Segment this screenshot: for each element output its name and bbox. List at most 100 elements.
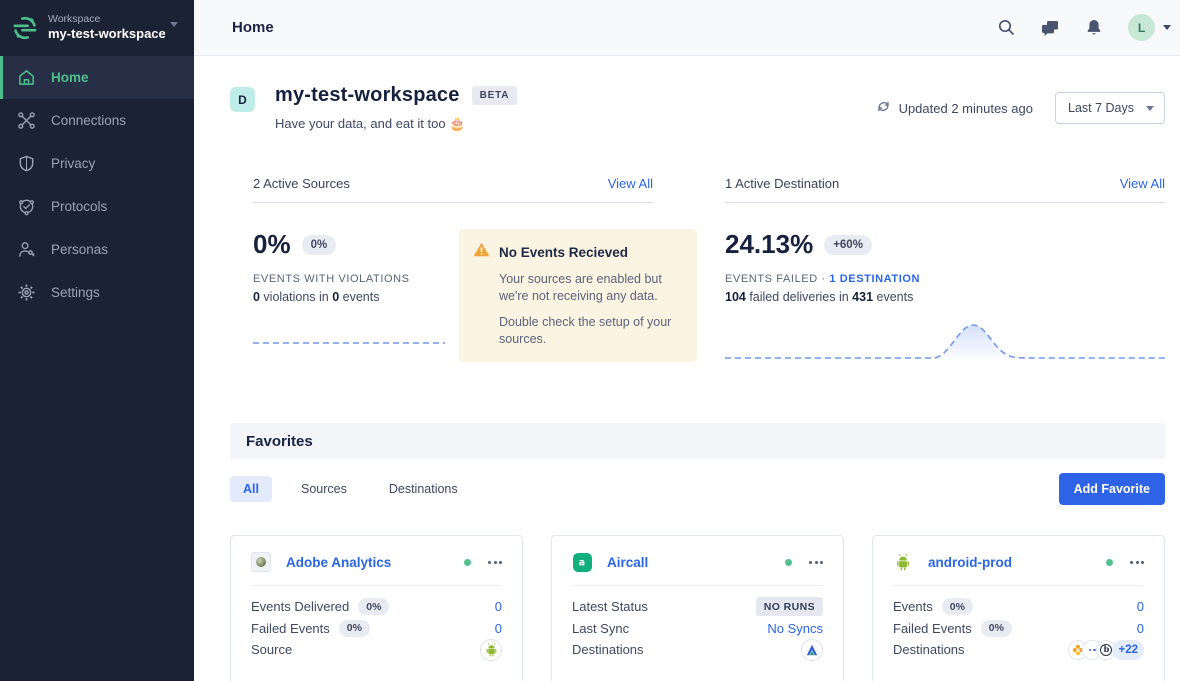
date-range-select[interactable]: Last 7 Days bbox=[1055, 92, 1165, 124]
sidebar-item-label: Settings bbox=[51, 285, 100, 300]
percent-badge: 0% bbox=[339, 620, 370, 637]
destinations-view-all-link[interactable]: View All bbox=[1120, 176, 1165, 191]
connections-icon bbox=[17, 111, 36, 130]
android-source-icon[interactable] bbox=[480, 639, 502, 661]
chevron-down-icon bbox=[1146, 106, 1154, 111]
chevron-down-icon bbox=[1163, 25, 1171, 30]
refresh-icon[interactable] bbox=[876, 99, 891, 117]
card-row: Events 0% 0 bbox=[893, 596, 1144, 618]
card-row: Source bbox=[251, 639, 502, 661]
ellipsis-menu-icon[interactable] bbox=[809, 557, 823, 568]
percent-badge: 0% bbox=[981, 620, 1012, 637]
ellipsis-menu-icon[interactable] bbox=[488, 557, 502, 568]
workspace-subtitle: Have your data, and eat it too 🎂 bbox=[275, 116, 517, 132]
sources-heading: 2 Active Sources bbox=[253, 176, 350, 191]
destination-chip-stack: b +22 bbox=[1068, 640, 1144, 660]
warning-line1: Your sources are enabled but we're not r… bbox=[499, 271, 681, 305]
status-dot-icon bbox=[464, 559, 471, 566]
sidebar-item-settings[interactable]: Settings bbox=[0, 271, 194, 314]
chat-icon[interactable] bbox=[1040, 18, 1060, 38]
warning-icon bbox=[473, 242, 490, 262]
search-icon[interactable] bbox=[996, 18, 1016, 38]
workspace-name: my-test-workspace bbox=[48, 26, 166, 42]
android-logo-icon bbox=[893, 552, 913, 572]
workspace-initial-badge: D bbox=[230, 87, 255, 112]
sidebar-item-label: Protocols bbox=[51, 199, 107, 214]
personas-icon bbox=[17, 240, 36, 259]
card-row: Destinations bbox=[893, 639, 1144, 661]
warning-line2: Double check the setup of your sources. bbox=[499, 314, 681, 348]
segment-logo-icon bbox=[12, 15, 38, 41]
card-title-link[interactable]: Adobe Analytics bbox=[286, 555, 391, 570]
svg-text:a: a bbox=[579, 558, 585, 569]
violations-label: EVENTS WITH VIOLATIONS bbox=[253, 273, 459, 285]
favorite-card-aircall: a Aircall bbox=[551, 535, 844, 681]
failed-percent: 24.13% bbox=[725, 229, 813, 260]
updated-text: Updated 2 minutes ago bbox=[899, 101, 1033, 116]
destination-link[interactable]: 1 DESTINATION bbox=[829, 273, 920, 285]
violations-delta-badge: 0% bbox=[302, 235, 337, 255]
sidebar-item-label: Connections bbox=[51, 113, 126, 128]
no-runs-badge: NO RUNS bbox=[756, 597, 823, 616]
protocols-icon bbox=[17, 197, 36, 216]
failed-events-value[interactable]: 0 bbox=[1137, 621, 1144, 636]
destinations-heading: 1 Active Destination bbox=[725, 176, 839, 191]
failed-delta-badge: +60% bbox=[824, 235, 872, 255]
failed-label: EVENTS FAILED · 1 DESTINATION bbox=[725, 273, 1165, 285]
card-title-link[interactable]: Aircall bbox=[607, 555, 648, 570]
top-bar: Home bbox=[194, 0, 1180, 56]
tab-all[interactable]: All bbox=[230, 476, 272, 502]
tab-destinations[interactable]: Destinations bbox=[376, 476, 471, 502]
sidebar-item-protocols[interactable]: Protocols bbox=[0, 185, 194, 228]
sidebar-item-label: Home bbox=[51, 70, 89, 85]
card-row: Failed Events 0% 0 bbox=[893, 618, 1144, 640]
sources-panel: 2 Active Sources View All 0% 0% EVENTS W… bbox=[253, 176, 697, 367]
sources-view-all-link[interactable]: View All bbox=[608, 176, 653, 191]
no-syncs-link[interactable]: No Syncs bbox=[767, 621, 823, 636]
sidebar-item-personas[interactable]: Personas bbox=[0, 228, 194, 271]
percent-badge: 0% bbox=[942, 598, 973, 615]
events-value[interactable]: 0 bbox=[1137, 599, 1144, 614]
status-dot-icon bbox=[1106, 559, 1113, 566]
warning-title: No Events Recieved bbox=[499, 245, 628, 260]
workspace-label: Workspace bbox=[48, 13, 166, 26]
adwords-destination-icon[interactable] bbox=[801, 639, 823, 661]
card-title-link[interactable]: android-prod bbox=[928, 555, 1012, 570]
card-row: Failed Events 0% 0 bbox=[251, 618, 502, 640]
sidebar-item-privacy[interactable]: Privacy bbox=[0, 142, 194, 185]
percent-badge: 0% bbox=[358, 598, 389, 615]
app-window: Workspace my-test-workspace Home bbox=[0, 0, 1180, 681]
shield-icon bbox=[17, 154, 36, 173]
chevron-down-icon bbox=[170, 22, 178, 27]
add-favorite-button[interactable]: Add Favorite bbox=[1059, 473, 1165, 505]
workspace-switcher[interactable]: Workspace my-test-workspace bbox=[0, 0, 194, 56]
sidebar-item-home[interactable]: Home bbox=[0, 56, 194, 99]
events-delivered-value[interactable]: 0 bbox=[495, 599, 502, 614]
sidebar-item-label: Personas bbox=[51, 242, 108, 257]
destinations-panel: 1 Active Destination View All 24.13% +60… bbox=[725, 176, 1165, 367]
sidebar-nav: Home Connections Privacy bbox=[0, 56, 194, 314]
favorite-card-adobe-analytics: Adobe Analytics Events Delivered 0% bbox=[230, 535, 523, 681]
favorite-card-android-prod: android-prod Events 0% 0 bbox=[872, 535, 1165, 681]
sidebar-item-connections[interactable]: Connections bbox=[0, 99, 194, 142]
avatar[interactable]: L bbox=[1128, 14, 1155, 41]
tab-sources[interactable]: Sources bbox=[288, 476, 360, 502]
ellipsis-menu-icon[interactable] bbox=[1130, 557, 1144, 568]
home-icon bbox=[17, 68, 36, 87]
user-menu[interactable]: L bbox=[1128, 14, 1171, 41]
gear-icon bbox=[17, 283, 36, 302]
card-row: Events Delivered 0% 0 bbox=[251, 596, 502, 618]
page-title: Home bbox=[232, 19, 274, 36]
destinations-sparkline bbox=[725, 318, 1165, 367]
aircall-logo-icon: a bbox=[572, 552, 592, 572]
violations-sub: 0 violations in 0 events bbox=[253, 290, 459, 304]
more-destinations-link[interactable]: +22 bbox=[1112, 640, 1144, 660]
bell-icon[interactable] bbox=[1084, 18, 1104, 38]
sources-sparkline bbox=[253, 332, 459, 350]
failed-events-value[interactable]: 0 bbox=[495, 621, 502, 636]
beta-badge: BETA bbox=[472, 86, 518, 105]
favorites-heading: Favorites bbox=[246, 433, 313, 450]
favorites-section: Favorites All Sources Destinations Add F… bbox=[194, 423, 1180, 681]
sidebar: Workspace my-test-workspace Home bbox=[0, 0, 194, 681]
no-events-warning: No Events Recieved Your sources are enab… bbox=[459, 229, 697, 362]
